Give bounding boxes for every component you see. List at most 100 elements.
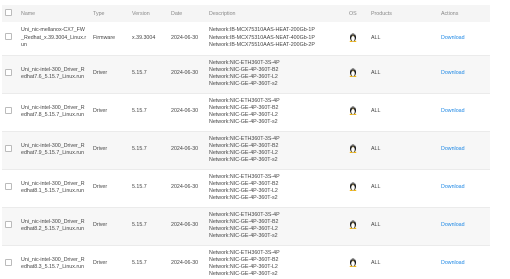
column-header-products[interactable]: Products <box>368 5 438 22</box>
description-line: Network:NIC-ETH360T-3S-4P <box>209 59 280 66</box>
row-checkbox[interactable] <box>5 144 12 152</box>
description-line: Network:NIC-ETH360T-3S-4P <box>209 173 280 180</box>
table-row: Uni_nic-intel-300_Driver_Redhat8.3_5.15.… <box>2 245 490 279</box>
select-all-checkbox[interactable] <box>5 9 12 16</box>
description-line: Network:IB-MCX75310AAS-HEAT-200Gb-1P <box>209 27 315 34</box>
description-line: Network:IB-MCX75310AAS-NEAT-400Gb-1P <box>209 34 315 41</box>
os-cell <box>346 245 368 279</box>
description-line: Network:NIC-GE-4P-360T-B2 <box>209 142 279 149</box>
row-select-cell <box>2 93 18 131</box>
table-row: Uni_nic-intel-300_Driver_Redhat8.2_5.15.… <box>2 207 490 245</box>
column-header-date[interactable]: Date <box>168 5 206 22</box>
file-date: 2024-06-30 <box>171 222 199 229</box>
actions-cell: Download <box>438 55 490 93</box>
table-row: Uni_nic-intel-300_Driver_Redhat7.9_5.15.… <box>2 131 490 169</box>
file-type: Firmware <box>93 34 116 41</box>
row-checkbox[interactable] <box>5 68 12 76</box>
description-line: Network:NIC-GE-4P-360T-s2 <box>209 195 278 202</box>
actions-cell: Download <box>438 131 490 169</box>
file-description: Network:NIC-ETH360T-3S-4P Network:NIC-GE-… <box>206 245 346 279</box>
file-products: ALL <box>371 70 381 77</box>
file-version: 5.15.7 <box>132 146 147 153</box>
description-line: Network:NIC-GE-4P-360T-s2 <box>209 119 278 126</box>
row-checkbox[interactable] <box>5 33 12 41</box>
table-header: Name Type Version Date Description OS Pr… <box>2 5 490 22</box>
downloads-page: Name Type Version Date Description OS Pr… <box>0 0 510 279</box>
file-version: 5.15.7 <box>132 184 147 191</box>
os-cell <box>346 131 368 169</box>
file-description: Network:IB-MCX75310AAS-HEAT-200Gb-1P Netw… <box>206 22 346 55</box>
linux-tux-icon <box>349 144 357 154</box>
file-type: Driver <box>93 222 108 229</box>
file-products: ALL <box>371 260 381 267</box>
row-checkbox[interactable] <box>5 258 12 266</box>
os-cell <box>346 93 368 131</box>
download-link[interactable]: Download <box>441 260 465 266</box>
column-header-type[interactable]: Type <box>90 5 129 22</box>
file-description: Network:NIC-ETH360T-3S-4P Network:NIC-GE-… <box>206 55 346 93</box>
description-line: Network:NIC-GE-4P-360T-B2 <box>209 180 279 187</box>
download-link[interactable]: Download <box>441 222 465 228</box>
file-description: Network:NIC-ETH360T-3S-4P Network:NIC-GE-… <box>206 207 346 245</box>
row-checkbox[interactable] <box>5 106 12 114</box>
description-line: Network:NIC-GE-4P-360T-B2 <box>209 256 279 263</box>
column-header-version[interactable]: Version <box>129 5 168 22</box>
column-header-os[interactable]: OS <box>346 5 368 22</box>
os-cell <box>346 22 368 55</box>
file-name: Uni_nic-intel-300_Driver_Redhat8.1_5.15.… <box>21 180 85 194</box>
actions-cell: Download <box>438 22 490 55</box>
row-select-cell <box>2 169 18 207</box>
select-all-cell <box>2 5 18 22</box>
description-line: Network:NIC-GE-4P-360T-L2 <box>209 188 278 194</box>
download-link[interactable]: Download <box>441 70 465 76</box>
file-version: x.39.3004 <box>132 34 156 41</box>
file-name: Uni_nic-intel-300_Driver_Redhat7.8_5.15.… <box>21 104 85 118</box>
row-checkbox[interactable] <box>5 182 12 190</box>
description-line: Network:NIC-GE-4P-360T-L2 <box>209 74 278 80</box>
file-date: 2024-06-30 <box>171 184 199 191</box>
row-select-cell <box>2 55 18 93</box>
description-line: Network:NIC-GE-4P-360T-s2 <box>209 157 278 164</box>
row-checkbox[interactable] <box>5 220 12 228</box>
table-row: Uni_nic-intel-300_Driver_Redhat7.8_5.15.… <box>2 93 490 131</box>
description-line: Network:NIC-GE-4P-360T-L2 <box>209 112 278 118</box>
file-description: Network:NIC-ETH360T-3S-4P Network:NIC-GE-… <box>206 131 346 169</box>
file-type: Driver <box>93 260 108 267</box>
download-link[interactable]: Download <box>441 184 465 190</box>
file-name: Uni_nic-intel-300_Driver_Redhat8.2_5.15.… <box>21 218 85 232</box>
file-products: ALL <box>371 146 381 153</box>
file-version: 5.15.7 <box>132 108 147 115</box>
file-version: 5.15.7 <box>132 260 147 267</box>
linux-tux-icon <box>349 258 357 268</box>
linux-tux-icon <box>349 106 357 116</box>
file-date: 2024-06-30 <box>171 108 199 115</box>
description-line: Network:IB-MCX75510AAS-HEAT-200Gb-2P <box>209 41 315 48</box>
actions-cell: Download <box>438 245 490 279</box>
file-date: 2024-06-30 <box>171 34 199 41</box>
linux-tux-icon <box>349 220 357 230</box>
actions-cell: Download <box>438 93 490 131</box>
header-row: Name Type Version Date Description OS Pr… <box>2 5 490 22</box>
download-link[interactable]: Download <box>441 146 465 152</box>
file-products: ALL <box>371 108 381 115</box>
description-line: Network:NIC-GE-4P-360T-s2 <box>209 81 278 88</box>
os-cell <box>346 55 368 93</box>
os-cell <box>346 169 368 207</box>
actions-cell: Download <box>438 207 490 245</box>
download-link[interactable]: Download <box>441 35 465 41</box>
column-header-description[interactable]: Description <box>206 5 346 22</box>
file-name: Uni_nic-mellanox-CX7_FW_Redhat_x.39.3004… <box>21 27 87 48</box>
description-line: Network:NIC-GE-4P-360T-L2 <box>209 264 278 270</box>
column-header-name[interactable]: Name <box>18 5 90 22</box>
download-link[interactable]: Download <box>441 108 465 114</box>
table-row: Uni_nic-intel-300_Driver_Redhat8.1_5.15.… <box>2 169 490 207</box>
description-line: Network:NIC-GE-4P-360T-s2 <box>209 271 278 278</box>
file-products: ALL <box>371 222 381 229</box>
description-line: Network:NIC-GE-4P-360T-B2 <box>209 104 279 111</box>
downloads-table: Name Type Version Date Description OS Pr… <box>2 5 490 279</box>
file-date: 2024-06-30 <box>171 146 199 153</box>
row-select-cell <box>2 245 18 279</box>
file-date: 2024-06-30 <box>171 70 199 77</box>
linux-tux-icon <box>349 182 357 192</box>
file-name: Uni_nic-intel-300_Driver_Redhat7.6_5.15.… <box>21 66 85 80</box>
